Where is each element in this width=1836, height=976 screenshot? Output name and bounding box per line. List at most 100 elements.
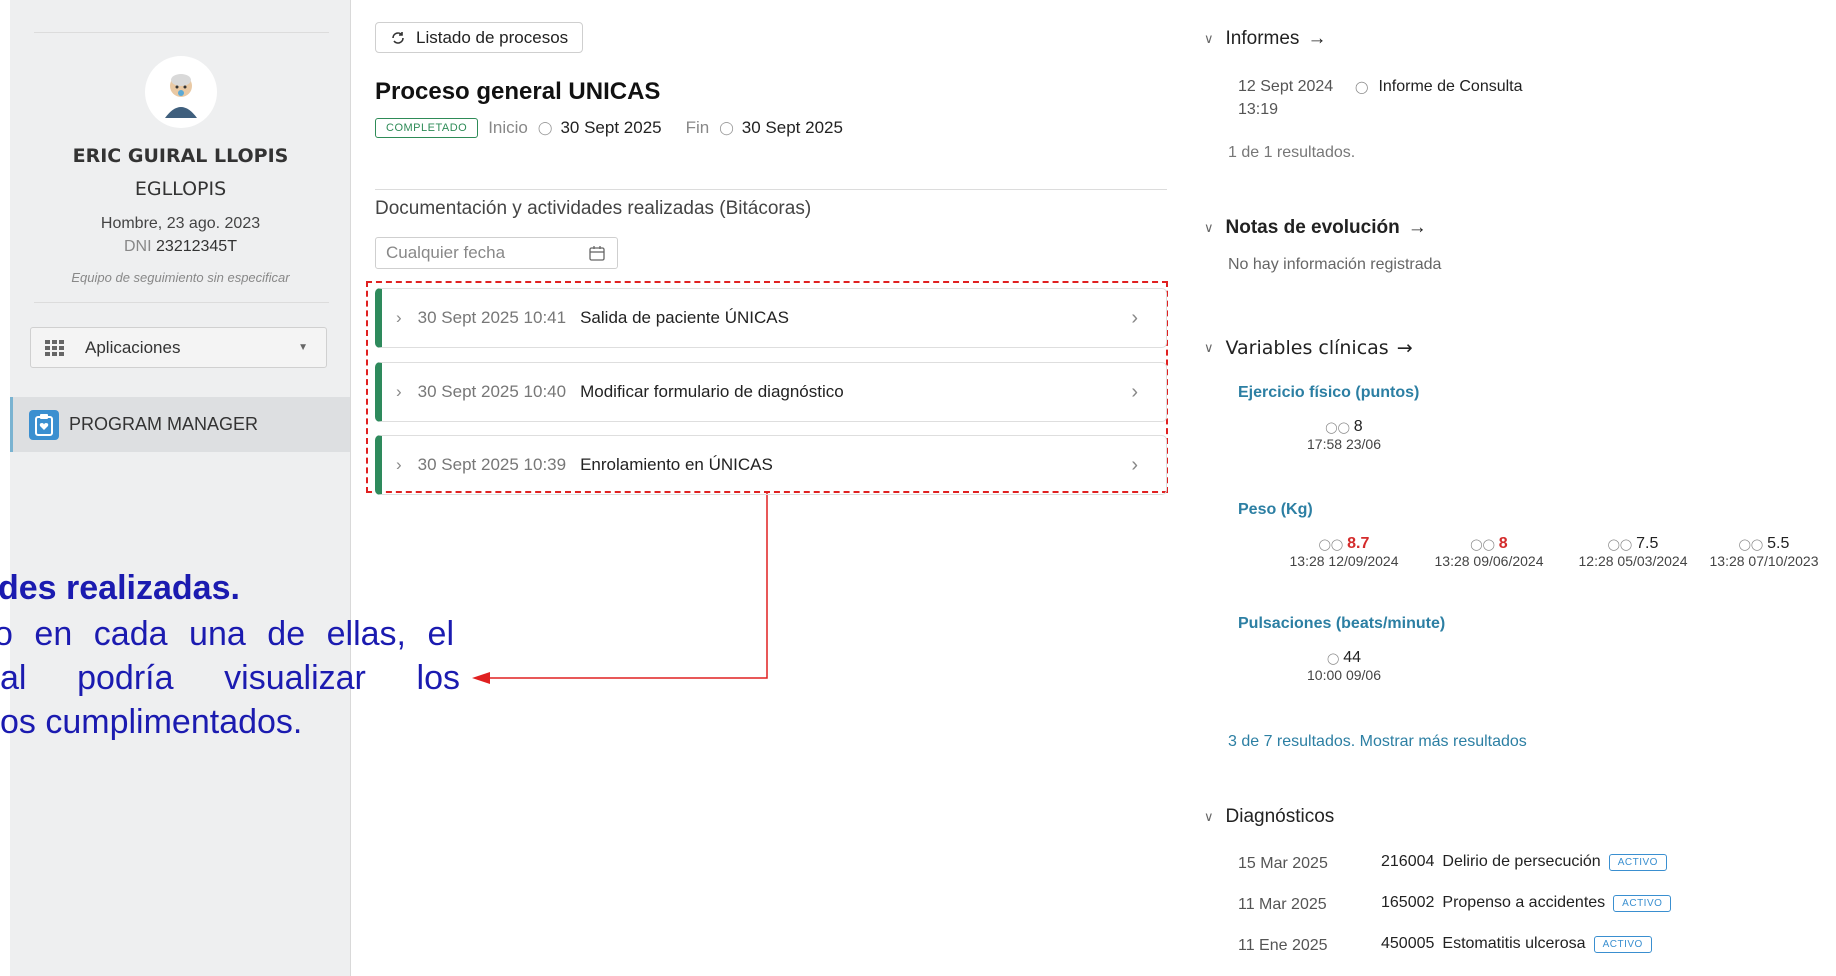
diagnosticos-title: Diagnósticos [1225,806,1335,827]
informe-item[interactable]: ◯ Informe de Consulta [1355,78,1523,96]
log-date: 30 Sept 2025 10:41 [417,308,567,327]
diagnostico-date: 15 Mar 2025 [1238,855,1328,872]
notas-empty: No hay información registrada [1228,256,1442,273]
arrow-right-icon: → [1307,28,1327,49]
pulsaciones-value-cell: ◯ 44 10:00 09/06 [1274,649,1414,683]
notas-header[interactable]: ∨ Notas de evolución → [1204,217,1427,239]
date-filter-placeholder: Cualquier fecha [386,243,506,262]
nav-program-manager[interactable]: PROGRAM MANAGER [10,397,350,452]
pulsaciones-title: Pulsaciones (beats/minute) [1238,615,1446,632]
dni-label: DNI [124,238,152,255]
peso-when: 13:28 09/06/2024 [1434,553,1544,569]
start-date: 30 Sept 2025 [560,118,662,137]
diagnostico-name: Propenso a accidentes [1442,894,1606,911]
informes-header[interactable]: ∨ Informes → [1204,28,1326,50]
users-icon: ◯◯ [1325,422,1350,434]
peso-value: 5.5 [1767,535,1790,552]
peso-value-cell: ◯◯ 8.7 13:28 12/09/2024 [1274,535,1414,569]
pulsaciones-value: 44 [1343,649,1361,666]
start-label: Inicio [488,118,528,137]
divider [34,32,329,33]
process-meta: COMPLETADO Inicio ◯ 30 Sept 2025 Fin ◯ 3… [375,118,843,138]
chevron-down-icon: ∨ [1204,340,1214,356]
users-icon: ◯◯ [1470,539,1495,551]
users-icon: ◯◯ [1738,539,1764,551]
peso-value-cell: ◯◯ 7.5 12:28 05/03/2024 [1563,535,1703,569]
informe-date: 12 Sept 2024 [1238,78,1334,95]
notas-title: Notas de evolución [1225,217,1400,238]
annotation-line: o en cada una de ellas, el [0,615,454,653]
informes-results: 1 de 1 resultados. [1228,144,1356,161]
active-badge: ACTIVO [1593,935,1652,953]
process-list-button[interactable]: Listado de procesos [375,22,584,53]
log-title: Enrolamiento en ÚNICAS [580,455,773,474]
diagnostico-item[interactable]: 165002 Propenso a accidentes ACTIVO [1381,894,1672,912]
baby-avatar-icon [165,74,197,118]
variables-header[interactable]: ∨ Variables clínicas → [1204,337,1413,359]
peso-value: 8 [1498,535,1508,552]
follow-up-team: Equipo de seguimiento sin especificar [71,270,290,285]
diagnostico-item[interactable]: 216004 Delirio de persecución ACTIVO [1381,853,1667,871]
chevron-right-icon: › [396,382,402,401]
peso-value: 8.7 [1347,535,1370,552]
docs-section-title: Documentación y actividades realizadas (… [375,198,812,219]
chevron-right-icon: › [396,308,402,327]
diagnostico-code: 216004 [1381,853,1435,870]
end-label: Fin [685,118,710,137]
diagnosticos-header[interactable]: ∨ Diagnósticos [1204,806,1334,828]
ejercicio-when: 17:58 23/06 [1307,436,1381,452]
users-icon: ◯◯ [1318,539,1344,551]
caret-down-icon: ▼ [298,342,308,353]
diagnostico-item[interactable]: 450005 Estomatitis ulcerosa ACTIVO [1381,935,1652,953]
patient-avatar [145,56,217,128]
peso-value-cell: ◯◯ 5.5 13:28 07/10/2023 [1694,535,1834,569]
diagnostico-date: 11 Ene 2025 [1238,937,1328,954]
ejercicio-value: 8 [1353,418,1363,435]
patient-dni: DNI 23212345T [10,238,351,256]
peso-when: 13:28 07/10/2023 [1709,553,1819,569]
chevron-down-icon: ∨ [1204,31,1214,46]
peso-value: 7.5 [1636,535,1659,552]
calendar-icon [589,246,605,261]
date-filter-input[interactable]: Cualquier fecha [375,237,618,269]
divider [34,302,329,303]
users-icon: ◯◯ [1607,539,1633,551]
user-icon: ◯ [719,120,734,135]
process-title: Proceso general UNICAS [375,78,661,105]
log-entry[interactable]: › 30 Sept 2025 10:41 Salida de paciente … [375,288,1167,348]
log-entry[interactable]: › 30 Sept 2025 10:40 Modificar formulari… [375,362,1167,422]
peso-when: 12:28 05/03/2024 [1578,553,1688,569]
peso-value-cell: ◯◯ 8 13:28 09/06/2024 [1419,535,1559,569]
applications-dropdown[interactable]: Aplicaciones ▼ [30,327,327,368]
diagnostico-name: Estomatitis ulcerosa [1442,935,1586,952]
nav-program-manager-label: PROGRAM MANAGER [69,414,259,434]
divider [375,189,1167,190]
annotation-arrow [472,492,768,684]
applications-label: Aplicaciones [85,337,181,357]
patient-username: EGLLOPIS [134,178,227,200]
log-title: Modificar formulario de diagnóstico [580,382,844,401]
log-entry[interactable]: › 30 Sept 2025 10:39 Enrolamiento en ÚNI… [375,435,1167,495]
peso-when: 13:28 12/09/2024 [1289,553,1399,569]
sync-icon [392,31,404,44]
chevron-right-icon: › [1131,453,1138,476]
pulsaciones-when: 10:00 09/06 [1307,667,1381,683]
ejercicio-title: Ejercicio físico (puntos) [1238,384,1420,401]
process-list-label: Listado de procesos [416,27,569,47]
arrow-right-icon: → [1407,217,1427,238]
patient-sidebar: ERIC GUIRAL LLOPIS EGLLOPIS Hombre, 23 a… [10,0,351,976]
diagnostico-code: 165002 [1381,894,1435,911]
active-badge: ACTIVO [1608,853,1667,871]
status-badge: COMPLETADO [375,118,479,138]
ejercicio-value-cell: ◯◯ 8 17:58 23/06 [1274,418,1414,452]
user-icon: ◯ [537,120,553,135]
chevron-right-icon: › [1131,306,1138,329]
annotation-heading: des realizadas. [0,569,240,607]
show-more-results-link[interactable]: 3 de 7 resultados. Mostrar más resultado… [1228,733,1527,751]
diagnostico-name: Delirio de persecución [1442,853,1601,870]
informes-title: Informes [1225,28,1300,49]
chevron-right-icon: › [396,455,402,474]
dni-value: 23212345T [156,238,237,255]
diagnostico-code: 450005 [1381,935,1435,952]
patient-gender-dob: Hombre, 23 ago. 2023 [100,215,261,232]
